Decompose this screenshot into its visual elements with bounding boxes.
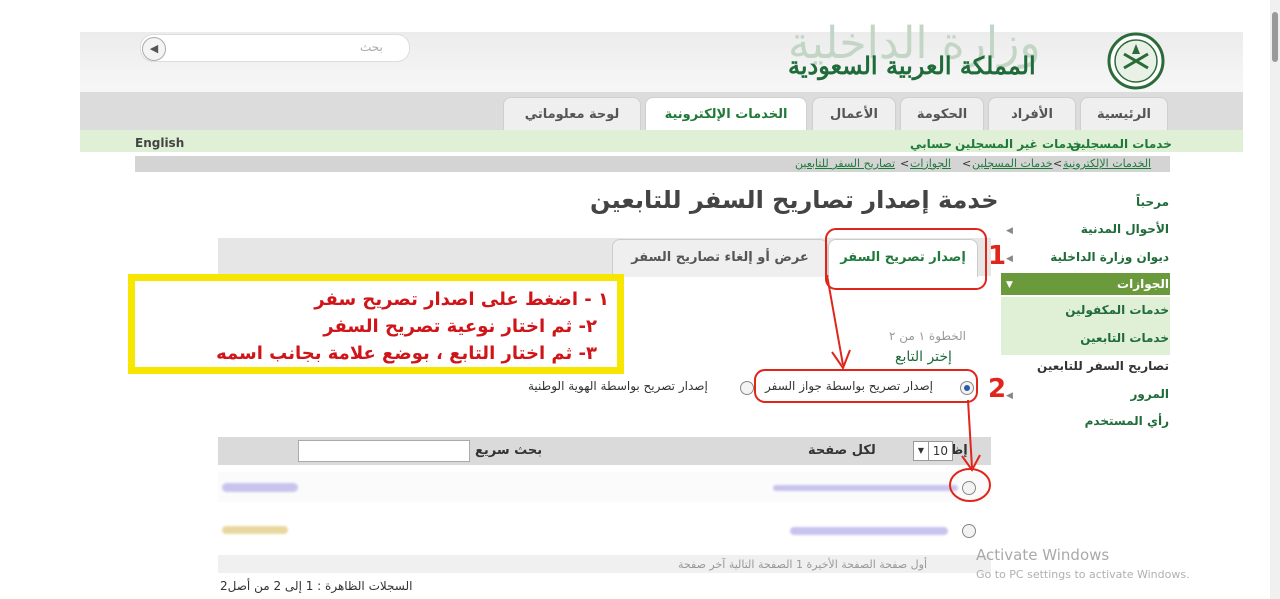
- highlight-tab-outline: [825, 228, 987, 290]
- scrollbar[interactable]: [1270, 0, 1280, 599]
- highlight-radio-outline: [754, 369, 978, 403]
- activate-windows-subtitle: Go to PC settings to activate Windows.: [976, 568, 1190, 581]
- arrow-line: [967, 399, 973, 469]
- annotation-number-1: 1: [988, 241, 1007, 271]
- scrollbar-thumb[interactable]: [1272, 12, 1278, 62]
- annotation-overlay: [754, 228, 991, 502]
- highlight-row-circle: [949, 468, 991, 502]
- annotation-number-2: 2: [988, 374, 1007, 404]
- activate-windows-title: Activate Windows: [976, 546, 1110, 564]
